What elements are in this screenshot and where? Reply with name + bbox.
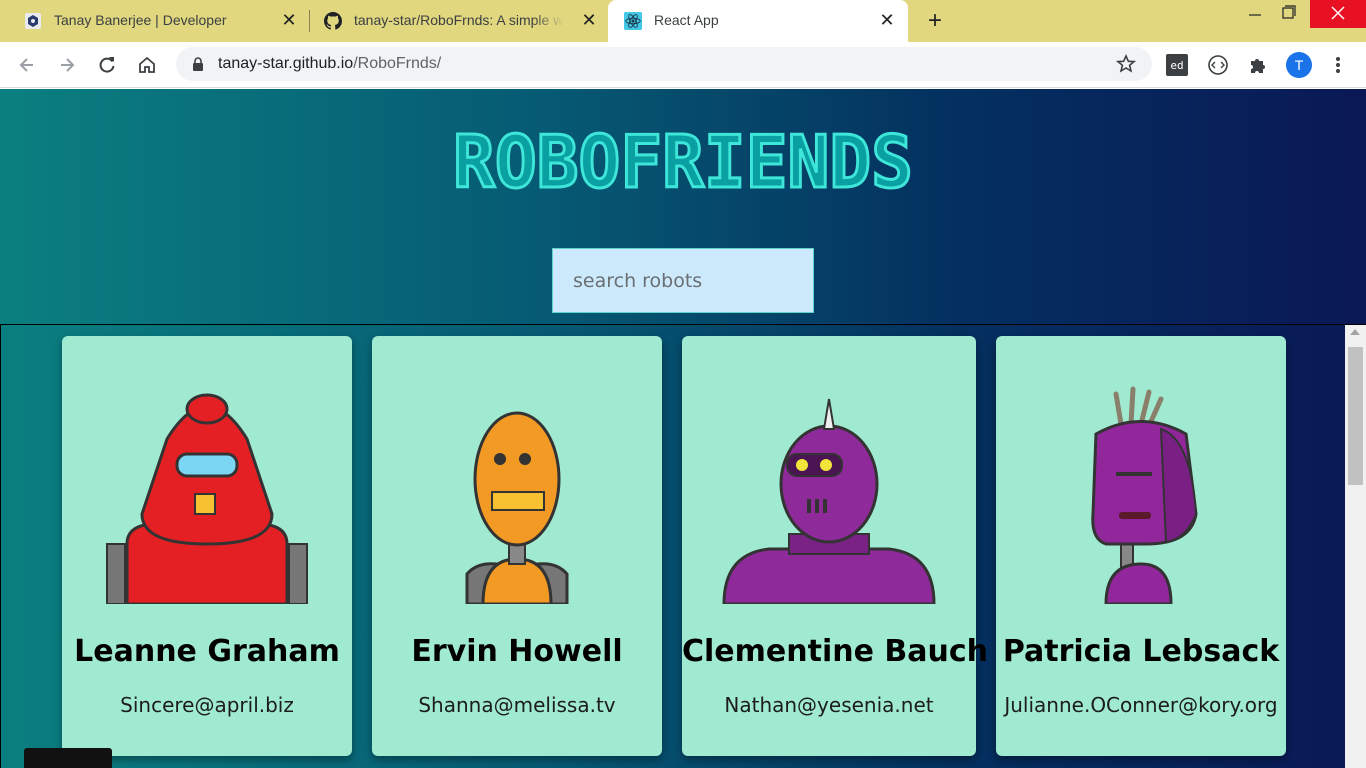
robot-avatar-image (722, 398, 936, 604)
robot-card[interactable]: Patricia Lebsack Julianne.OConner@kory.o… (996, 336, 1286, 756)
restore-icon[interactable] (1266, 0, 1312, 28)
robot-name: Ervin Howell (411, 634, 623, 669)
close-tab-icon[interactable]: ✕ (280, 11, 298, 29)
robot-name: Patricia Lebsack (1002, 634, 1280, 669)
extension-ed[interactable]: ed (1166, 54, 1188, 76)
puzzle-icon (1251, 59, 1265, 73)
browser-menu-button[interactable] (1326, 53, 1350, 77)
robot-email: Julianne.OConner@kory.org (1004, 693, 1278, 717)
react-icon (624, 12, 642, 30)
close-tab-icon[interactable]: ✕ (580, 11, 598, 29)
browser-toolbar: tanay-star.github.io/RoboFrnds/ ed T (0, 42, 1366, 88)
code-extension-icon[interactable] (1206, 53, 1230, 77)
extensions-button[interactable] (1246, 53, 1270, 77)
robot-avatar-image (106, 393, 308, 604)
hexagon-icon (25, 13, 41, 29)
robot-email: Shanna@melissa.tv (418, 693, 616, 717)
kebab-menu-icon (1336, 57, 1340, 73)
tab-title: tanay-star/RoboFrnds: A simple web app (354, 12, 564, 28)
tab-github[interactable]: tanay-star/RoboFrnds: A simple web app ✕ (308, 0, 608, 42)
tab-portfolio[interactable]: Tanay Banerjee | Developer ✕ (8, 0, 308, 42)
robot-card[interactable]: Ervin Howell Shanna@melissa.tv (372, 336, 662, 756)
bookmark-star-icon[interactable] (1116, 54, 1136, 74)
url-text: tanay-star.github.io/RoboFrnds/ (218, 55, 441, 73)
robot-name: Clementine Bauch (682, 634, 988, 669)
reload-button[interactable] (93, 51, 121, 79)
github-icon (324, 12, 342, 30)
taskbar-button[interactable] (24, 748, 112, 768)
robot-email: Nathan@yesenia.net (724, 693, 934, 717)
card-list-scroll-container[interactable]: Leanne Graham Sincere@april.biz Ervin Ho… (0, 324, 1366, 768)
search-input[interactable] (552, 248, 814, 313)
home-icon (139, 56, 155, 73)
back-button[interactable] (13, 51, 41, 79)
tab-react-app[interactable]: React App ✕ (608, 0, 908, 42)
url-path: /RoboFrnds/ (353, 55, 442, 72)
robot-email: Sincere@april.biz (120, 693, 294, 717)
lock-icon (193, 57, 203, 71)
reload-icon (99, 57, 115, 73)
robot-name: Leanne Graham (74, 634, 340, 669)
address-bar[interactable]: tanay-star.github.io/RoboFrnds/ (176, 47, 1152, 81)
url-host: tanay-star.github.io (218, 55, 354, 72)
profile-avatar[interactable]: T (1286, 52, 1312, 78)
code-icon (1208, 55, 1228, 75)
close-window-icon[interactable] (1310, 0, 1366, 28)
tab-strip: Tanay Banerjee | Developer ✕ tanay-star/… (0, 0, 1366, 42)
robot-avatar-image (465, 411, 569, 604)
page-title: ROBOFRIENDS (452, 127, 915, 199)
robot-card[interactable]: Clementine Bauch Nathan@yesenia.net (682, 336, 988, 756)
forward-button[interactable] (53, 51, 81, 79)
tab-title: Tanay Banerjee | Developer (54, 12, 227, 28)
page-viewport: ROBOFRIENDS Leanne Graham Sincere@april.… (0, 89, 1366, 768)
arrow-left-icon (19, 58, 33, 72)
arrow-right-icon (61, 58, 75, 72)
close-tab-icon[interactable]: ✕ (878, 11, 896, 29)
vertical-scrollbar[interactable] (1345, 325, 1366, 768)
scrollbar-thumb[interactable] (1348, 347, 1363, 485)
robot-avatar-image (1091, 386, 1198, 604)
svg-text:ROBOFRIENDS: ROBOFRIENDS (453, 127, 913, 199)
home-button[interactable] (133, 51, 161, 79)
tab-title: React App (654, 12, 719, 28)
scroll-up-arrow-icon[interactable] (1350, 329, 1360, 335)
robot-card[interactable]: Leanne Graham Sincere@april.biz (62, 336, 352, 756)
new-tab-button[interactable]: + (924, 9, 946, 33)
